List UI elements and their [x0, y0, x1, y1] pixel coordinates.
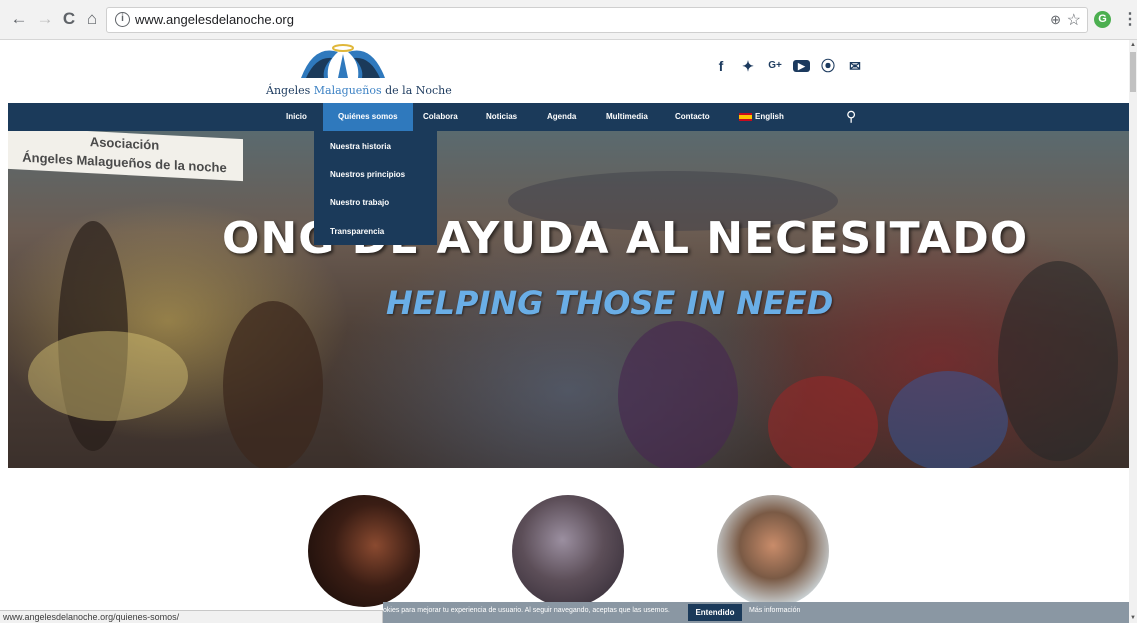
nav-item-colabora[interactable]: Colabora — [423, 103, 458, 131]
nav-item-quienes-somos[interactable]: Quiénes somos — [323, 103, 413, 131]
scroll-down-icon[interactable]: ▼ — [1130, 615, 1136, 621]
info-icon[interactable]: i — [115, 12, 130, 27]
cookie-more-info-link[interactable]: Más información — [749, 607, 800, 614]
status-link-text: www.angelesdelanoche.org/quienes-somos/ — [3, 612, 180, 622]
quienes-somos-dropdown: Nuestra historia Nuestros principios Nue… — [314, 131, 437, 245]
circle-image-crowd[interactable] — [512, 495, 624, 607]
hero-photo-shape — [28, 331, 188, 421]
angel-wings-logo-icon — [301, 44, 385, 78]
nav-item-noticias[interactable]: Noticias — [486, 103, 517, 131]
hero-photo-shape — [768, 376, 878, 468]
forward-icon[interactable]: → — [34, 8, 56, 30]
nav-item-english[interactable]: English — [739, 103, 784, 131]
nav-item-inicio[interactable]: Inicio — [286, 103, 307, 131]
circle-image-night[interactable] — [308, 495, 420, 607]
scroll-up-icon[interactable]: ▲ — [1130, 42, 1136, 48]
youtube-icon[interactable]: ▶ — [793, 60, 810, 72]
url-text[interactable]: www.angelesdelanoche.org — [135, 12, 294, 27]
rss-icon[interactable]: ⦿ — [819, 58, 837, 74]
hero-photo-shape — [223, 301, 323, 468]
hero-banner: Asociación Ángeles Malagueños de la noch… — [8, 131, 1129, 468]
browser-toolbar: ← → C ⌂ i www.angelesdelanoche.org ⊕ ☆ G… — [0, 0, 1137, 40]
link-status-bar: www.angelesdelanoche.org/quienes-somos/ — [0, 610, 383, 623]
nav-item-contacto[interactable]: Contacto — [675, 103, 710, 131]
page-scrollbar[interactable]: ▲ ▼ — [1129, 40, 1137, 623]
cookie-notice: okies para mejorar tu experiencia de usu… — [383, 602, 1129, 623]
facebook-icon[interactable]: f — [712, 58, 730, 74]
circle-image-man[interactable] — [717, 495, 829, 607]
nav-item-agenda[interactable]: Agenda — [547, 103, 576, 131]
dropdown-item-nuestro-trabajo[interactable]: Nuestro trabajo — [330, 198, 389, 207]
twitter-icon[interactable]: ✦ — [739, 58, 757, 74]
dropdown-item-transparencia[interactable]: Transparencia — [330, 227, 384, 236]
social-links: f ✦ G+ ▶ ⦿ ✉ — [712, 58, 864, 74]
browser-menu-icon[interactable]: ⋮ — [1122, 9, 1137, 29]
extension-icon[interactable]: G — [1094, 11, 1111, 28]
scrollbar-thumb[interactable] — [1130, 52, 1136, 92]
home-icon[interactable]: ⌂ — [81, 8, 103, 30]
web-page: Ángeles Malagueños de la Noche f ✦ G+ ▶ … — [0, 40, 1129, 623]
back-icon[interactable]: ← — [8, 8, 30, 30]
search-icon[interactable]: ⚲ — [846, 108, 856, 125]
uk-flag-icon — [739, 112, 752, 121]
email-icon[interactable]: ✉ — [846, 58, 864, 74]
address-bar[interactable]: i www.angelesdelanoche.org ⊕ ☆ — [106, 7, 1088, 33]
cookie-message: okies para mejorar tu experiencia de usu… — [383, 607, 670, 614]
bookmark-star-icon[interactable]: ☆ — [1067, 10, 1081, 30]
main-navigation: Inicio Quiénes somos Colabora Noticias A… — [8, 103, 1129, 131]
hero-subtitle: HELPING THOSE IN NEED — [386, 284, 834, 322]
reload-icon[interactable]: C — [58, 8, 80, 30]
cookie-accept-button[interactable]: Entendido — [688, 604, 742, 621]
hero-photo-shape — [618, 321, 738, 468]
hero-photo-shape — [998, 261, 1118, 461]
association-banner-text: Asociación Ángeles Malagueños de la noch… — [22, 134, 227, 176]
association-banner: Asociación Ángeles Malagueños de la noch… — [8, 131, 243, 182]
dropdown-item-nuestra-historia[interactable]: Nuestra historia — [330, 142, 391, 151]
site-logo[interactable]: Ángeles Malagueños de la Noche — [266, 40, 452, 102]
hero-photo-shape — [888, 371, 1008, 468]
zoom-icon[interactable]: ⊕ — [1050, 12, 1061, 28]
logo-text: Ángeles Malagueños de la Noche — [266, 84, 452, 97]
dropdown-item-nuestros-principios[interactable]: Nuestros principios — [330, 170, 405, 179]
google-plus-icon[interactable]: G+ — [766, 58, 784, 74]
nav-item-multimedia[interactable]: Multimedia — [606, 103, 648, 131]
